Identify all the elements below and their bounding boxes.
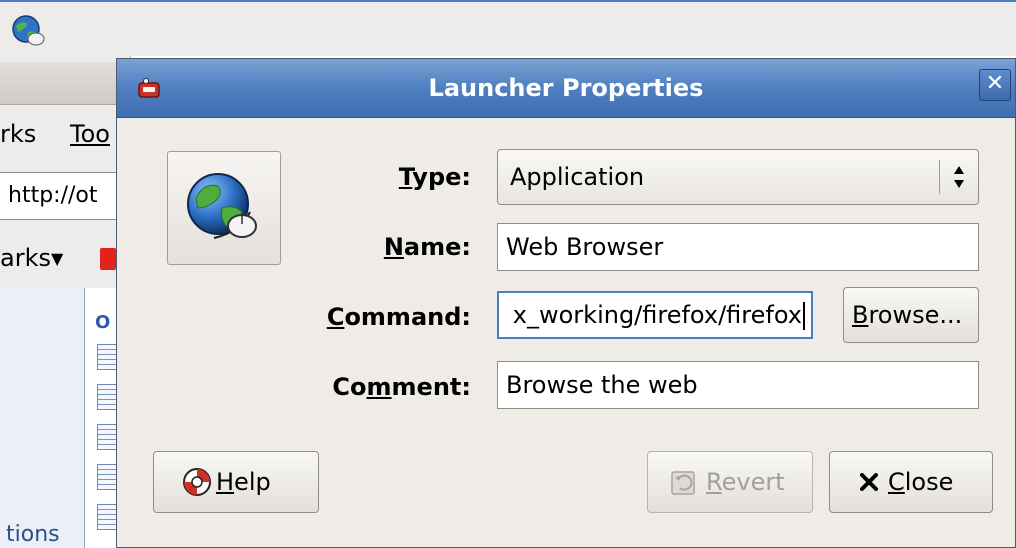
document-icon[interactable] <box>97 344 117 370</box>
menu-item-bookmarks[interactable]: rks <box>0 108 36 160</box>
help-button[interactable]: Help <box>153 451 319 513</box>
type-label: Type: <box>398 163 471 191</box>
red-toolbar-icon[interactable] <box>100 248 116 270</box>
sidebar-bottom-text: tions <box>6 522 60 547</box>
dropdown-arrow-icon: ▼ <box>50 249 64 268</box>
window-close-button[interactable]: ✕ <box>979 69 1011 101</box>
command-label: Command: <box>326 303 471 331</box>
content-heading: O <box>95 312 111 333</box>
browse-button[interactable]: Browse... <box>843 287 979 343</box>
screen: rks Too http://ot arks▼ tions O Launcher <box>0 0 1016 548</box>
dialog-titlebar[interactable]: Launcher Properties ✕ <box>117 59 1015 118</box>
document-icon[interactable] <box>97 504 117 530</box>
document-icon[interactable] <box>97 384 117 410</box>
close-button-label: Close <box>888 468 954 496</box>
close-button[interactable]: Close <box>829 451 993 513</box>
command-input-value-wrapper: x_working/firefox/firefox <box>513 293 805 337</box>
close-x-icon <box>860 473 878 491</box>
bookmarks-label: arks <box>0 244 51 272</box>
comment-label: Comment: <box>332 373 471 401</box>
browse-button-label: Browse... <box>852 301 963 329</box>
menu-item-tools[interactable]: Too <box>70 108 110 160</box>
comment-input[interactable]: Browse the web <box>497 361 979 409</box>
document-icon[interactable] <box>97 424 117 450</box>
updown-arrows-icon <box>954 166 964 188</box>
browser-menubar: rks Too <box>0 108 130 160</box>
background-browser-window: rks Too http://ot arks▼ tions O <box>0 56 131 548</box>
url-input[interactable]: http://ot <box>0 172 124 220</box>
command-input-value: x_working/firefox/firefox <box>512 301 802 329</box>
type-select[interactable]: Application <box>497 149 979 205</box>
revert-icon <box>671 471 695 495</box>
text-caret <box>803 302 805 330</box>
name-input[interactable]: Web Browser <box>497 223 979 271</box>
browser-sidebar <box>0 288 85 548</box>
document-icon[interactable] <box>97 464 117 490</box>
command-input[interactable]: x_working/firefox/firefox <box>497 291 813 339</box>
launcher-properties-dialog: Launcher Properties ✕ Type: Application … <box>116 58 1016 548</box>
close-icon: ✕ <box>985 71 1005 96</box>
help-lifebuoy-icon <box>183 468 211 496</box>
select-separator <box>939 160 940 194</box>
browser-title-strip <box>0 62 130 105</box>
help-button-label: Help <box>216 468 271 496</box>
web-browser-launcher-icon[interactable] <box>10 14 48 48</box>
name-label: Name: <box>383 233 471 261</box>
revert-button[interactable]: Revert <box>647 451 813 513</box>
dialog-title: Launcher Properties <box>428 74 704 102</box>
type-select-value: Application <box>510 163 645 191</box>
desktop-top-strip <box>0 0 1016 56</box>
revert-button-label: Revert <box>706 468 785 496</box>
